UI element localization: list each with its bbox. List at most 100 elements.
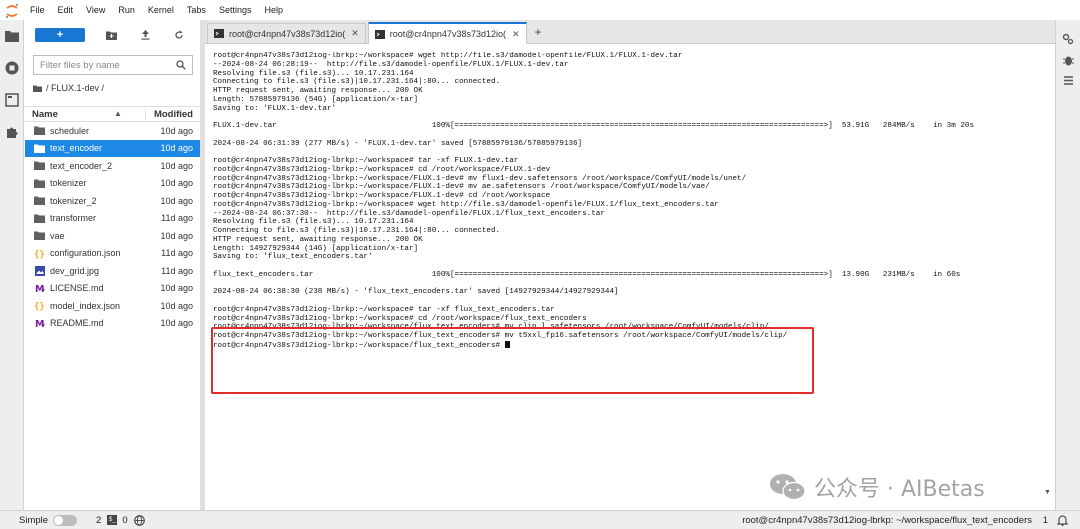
folder-icon (33, 160, 46, 171)
folder-icon (33, 230, 46, 241)
terminal-output[interactable]: root@cr4npn47v38s73d12iog-lbrkp:~/worksp… (213, 52, 1049, 504)
terminal-line: root@cr4npn47v38s73d12iog-lbrkp:~/worksp… (213, 332, 1049, 341)
scroll-down-icon[interactable]: ▼ (1044, 489, 1051, 496)
terminal-count[interactable]: 0 (122, 515, 127, 526)
file-modified: 10d ago (160, 125, 193, 136)
command-palette-tab[interactable] (0, 84, 24, 116)
terminal-line-text: root@cr4npn47v38s73d12iog-lbrkp:~/worksp… (213, 341, 505, 350)
watermark-text: 公众号 · AIBetas (814, 477, 985, 502)
file-list-item[interactable]: M README.md 10d ago (25, 315, 200, 333)
terminal-line: --2024-08-24 06:28:19-- http://file.s3/d… (213, 61, 1049, 70)
terminal-path-status: root@cr4npn47v38s73d12iog-lbrkp: ~/works… (742, 514, 1032, 526)
breadcrumb[interactable]: / FLUX.1-dev / (33, 83, 200, 93)
column-name-header[interactable]: Name ▲ (25, 109, 145, 120)
right-sidebar (1055, 20, 1080, 510)
file-name: LICENSE.md (50, 283, 104, 294)
terminal-line-text: root@cr4npn47v38s73d12iog-lbrkp:~/worksp… (213, 323, 769, 332)
file-list-item[interactable]: scheduler 10d ago (25, 122, 200, 140)
folder-icon (33, 178, 46, 189)
palette-icon (5, 93, 19, 107)
terminal-line: root@cr4npn47v38s73d12iog-lbrkp:~/worksp… (213, 52, 1049, 61)
jupyter-logo-icon (5, 3, 19, 18)
terminal-line: FLUX.1-dev.tar 100%[====================… (213, 122, 1049, 131)
terminal-line-text: root@cr4npn47v38s73d12iog-lbrkp:~/worksp… (213, 332, 788, 340)
menu-kernel[interactable]: Kernel (148, 5, 174, 15)
file-browser-tab[interactable] (0, 20, 24, 52)
file-list-item[interactable]: tokenizer_2 10d ago (25, 192, 200, 210)
menu-view[interactable]: View (86, 5, 105, 15)
gears-icon (1062, 33, 1074, 44)
menu-bar: File Edit View Run Kernel Tabs Settings … (0, 0, 1080, 20)
tab-label: root@cr4npn47v38s73d12io( (229, 28, 346, 39)
stop-circle-icon (5, 61, 19, 75)
file-list-item[interactable]: {} model_index.json 10d ago (25, 297, 200, 315)
terminal-line: root@cr4npn47v38s73d12iog-lbrkp:~/worksp… (213, 315, 1049, 324)
jupyterlab-window: File Edit View Run Kernel Tabs Settings … (0, 0, 1080, 529)
markdown-icon: M (33, 318, 46, 329)
file-modified: 10d ago (160, 195, 193, 206)
menu-tabs[interactable]: Tabs (187, 5, 206, 15)
bell-icon[interactable] (1057, 514, 1068, 526)
file-name: tokenizer_2 (50, 195, 97, 206)
document-tab-bar: root@cr4npn47v38s73d12io( ✕ root@cr4npn4… (205, 20, 1055, 44)
menu-help[interactable]: Help (264, 5, 283, 15)
new-folder-button[interactable] (103, 27, 119, 43)
svg-text:{}: {} (34, 250, 45, 259)
file-list-item[interactable]: transformer 11d ago (25, 210, 200, 228)
file-list-item[interactable]: dev_grid.jpg 11d ago (25, 262, 200, 280)
add-tab-button[interactable]: + (535, 25, 542, 39)
kernel-count[interactable]: 2 (96, 515, 101, 526)
upload-button[interactable] (137, 27, 153, 43)
file-list-item[interactable]: vae 10d ago (25, 227, 200, 245)
close-tab-icon[interactable]: ✕ (512, 29, 520, 40)
extension-manager-tab[interactable] (0, 116, 24, 148)
file-list-item[interactable]: tokenizer 10d ago (25, 175, 200, 193)
terminal-scrollbar[interactable]: ▼ (1043, 50, 1051, 510)
new-launcher-button[interactable]: + (35, 28, 85, 42)
terminal-line-text: Connecting to file.s3 (file.s3)|10.17.23… (213, 227, 501, 235)
svg-text:{}: {} (34, 302, 45, 311)
menu-file[interactable]: File (30, 5, 45, 15)
terminal-tab-2[interactable]: root@cr4npn47v38s73d12io( ✕ (367, 22, 527, 44)
menu-settings[interactable]: Settings (219, 5, 252, 15)
running-tab[interactable] (0, 52, 24, 84)
filter-files-input[interactable]: Filter files by name (33, 55, 193, 75)
menu-run[interactable]: Run (118, 5, 135, 15)
column-name-label: Name (32, 108, 58, 120)
file-browser-panel: + Filter files by name / FLUX.1-dev / Na… (25, 20, 200, 510)
terminal-line: Saving to: 'flux_text_encoders.tar' (213, 253, 1049, 262)
file-name: tokenizer (50, 178, 87, 189)
close-tab-icon[interactable]: ✕ (351, 28, 359, 39)
terminal-line: HTTP request sent, awaiting response... … (213, 87, 1049, 96)
debugger-tab[interactable] (1056, 49, 1080, 70)
status-bar: Simple 2 $_ 0 root@cr4npn47v38s73d12iog-… (0, 510, 1080, 529)
terminal-line: root@cr4npn47v38s73d12iog-lbrkp:~/worksp… (213, 157, 1049, 166)
terminal-status-icon: $_ (107, 515, 118, 525)
file-name: scheduler (50, 125, 90, 136)
property-inspector-tab[interactable] (1056, 28, 1080, 49)
globe-icon[interactable] (133, 514, 145, 526)
terminal-line: Resolving file.s3 (file.s3)... 10.17.231… (213, 70, 1049, 79)
file-list-item[interactable]: text_encoder 10d ago (25, 139, 200, 157)
refresh-button[interactable] (171, 27, 187, 43)
menu-edit[interactable]: Edit (58, 5, 74, 15)
terminal-line: root@cr4npn47v38s73d12iog-lbrkp:~/worksp… (213, 175, 1049, 184)
filter-placeholder: Filter files by name (40, 59, 120, 71)
terminal-tab-1[interactable]: root@cr4npn47v38s73d12io( ✕ (207, 23, 366, 43)
terminal-line-text: Length: 57885979136 (54G) [application/x… (213, 95, 419, 104)
column-modified-header[interactable]: Modified (145, 108, 200, 120)
table-of-contents-tab[interactable] (1056, 70, 1080, 91)
terminal-line-text: 2024-08-24 06:38:30 (238 MB/s) - 'flux_t… (213, 288, 619, 297)
json-icon: {} (33, 248, 46, 259)
terminal-line-text: root@cr4npn47v38s73d12iog-lbrkp:~/worksp… (213, 200, 719, 209)
file-list-item[interactable]: {} configuration.json 11d ago (25, 245, 200, 263)
file-list-item[interactable]: text_encoder_2 10d ago (25, 157, 200, 175)
file-list-item[interactable]: M LICENSE.md 10d ago (25, 280, 200, 298)
simple-mode-toggle[interactable] (53, 514, 78, 526)
terminal-line: root@cr4npn47v38s73d12iog-lbrkp:~/worksp… (213, 306, 1049, 315)
notification-count[interactable]: 1 (1043, 515, 1048, 526)
